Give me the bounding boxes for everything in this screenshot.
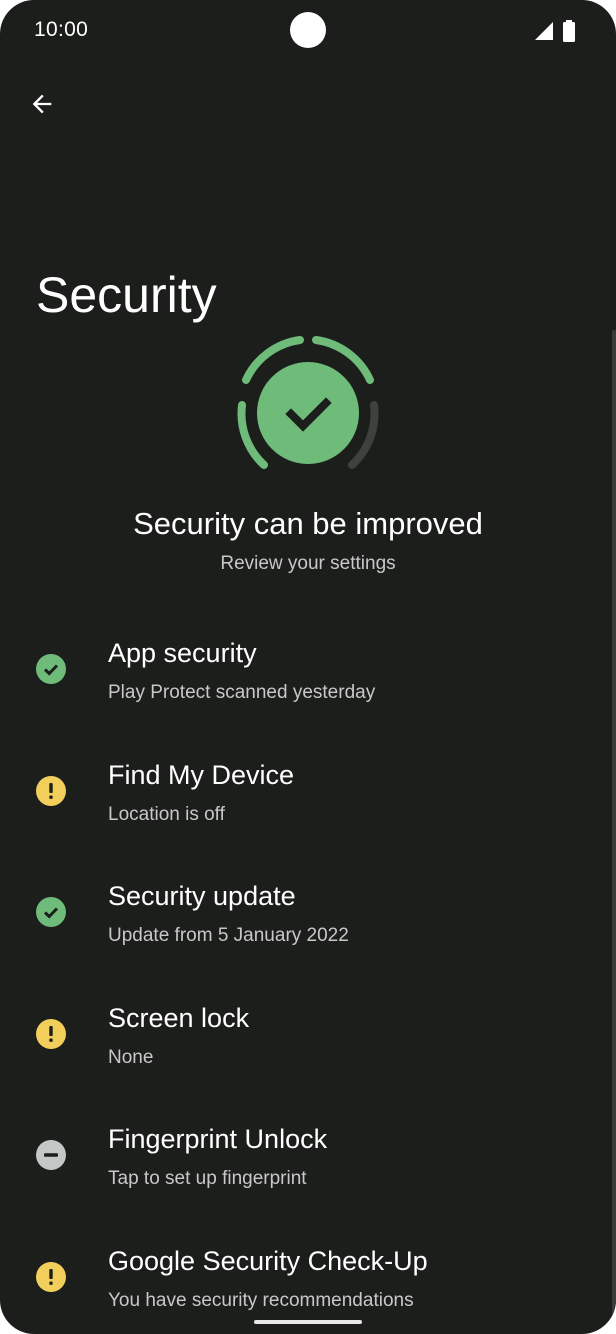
item-title: Fingerprint Unlock bbox=[108, 1124, 328, 1154]
item-screen-lock[interactable]: Screen lock None bbox=[0, 995, 616, 1117]
item-title: Google Security Check-Up bbox=[108, 1245, 428, 1276]
status-subtitle: Review your settings bbox=[220, 553, 396, 574]
item-title: Security update bbox=[108, 881, 296, 911]
item-summary: Tap to set up fingerprint bbox=[108, 1168, 307, 1189]
status-icons bbox=[534, 20, 576, 42]
item-fingerprint-unlock[interactable]: Fingerprint Unlock Tap to set up fingerp… bbox=[0, 1116, 616, 1238]
item-title: Screen lock bbox=[108, 1002, 250, 1033]
item-summary: You have security recommendations bbox=[108, 1289, 414, 1311]
item-summary: Update from 5 January 2022 bbox=[108, 925, 349, 946]
navigation-handle[interactable] bbox=[254, 1320, 362, 1324]
item-summary: Play Protect scanned yesterday bbox=[108, 682, 376, 703]
signal-icon bbox=[535, 22, 553, 40]
item-title: Find My Device bbox=[108, 759, 295, 790]
security-items-list: App security Play Protect scanned yester… bbox=[0, 630, 616, 1334]
check-circle-icon bbox=[36, 897, 66, 927]
check-shield-icon bbox=[237, 336, 379, 469]
exclamation-circle-icon bbox=[36, 775, 66, 806]
item-summary: Location is off bbox=[108, 803, 225, 825]
scrollbar[interactable] bbox=[612, 330, 616, 1330]
item-app-security[interactable]: App security Play Protect scanned yester… bbox=[0, 630, 616, 752]
status-hero bbox=[0, 335, 616, 475]
status-title: Security can be improved bbox=[133, 506, 483, 541]
status-bar: 10:00 bbox=[0, 0, 616, 62]
phone-screen: 10:00 Security Security can be improved … bbox=[0, 0, 616, 1334]
back-button[interactable] bbox=[22, 84, 62, 124]
check-circle-icon bbox=[36, 654, 66, 684]
item-title: App security bbox=[108, 638, 257, 668]
battery-icon bbox=[563, 20, 575, 42]
camera-cutout bbox=[290, 12, 326, 48]
item-find-my-device[interactable]: Find My Device Location is off bbox=[0, 752, 616, 874]
item-summary: None bbox=[108, 1046, 154, 1068]
page-title: Security bbox=[36, 266, 217, 323]
item-security-update[interactable]: Security update Update from 5 January 20… bbox=[0, 873, 616, 995]
exclamation-circle-icon bbox=[36, 1018, 66, 1049]
status-time: 10:00 bbox=[34, 18, 89, 41]
exclamation-circle-icon bbox=[36, 1261, 66, 1292]
arrow-back-icon bbox=[32, 94, 52, 114]
minus-circle-icon bbox=[36, 1140, 66, 1170]
